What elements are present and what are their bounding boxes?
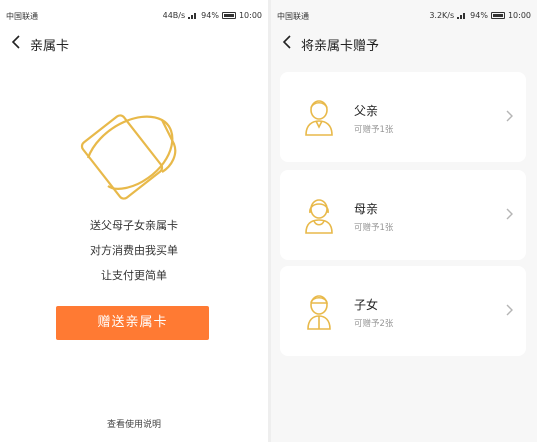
- mother-avatar-icon: [305, 199, 333, 234]
- family-card-icon: [80, 114, 177, 200]
- recipient-option-father[interactable]: 父亲 可赠予1张: [280, 72, 526, 162]
- battery-percent: 94%: [201, 11, 219, 20]
- recipient-name: 父亲: [354, 104, 379, 118]
- recipient-quota: 可赠予1张: [354, 223, 394, 233]
- status-bar: 中国联通 3.2K/s 94% 10:00: [271, 0, 537, 22]
- back-arrow-icon[interactable]: [10, 33, 24, 51]
- recipient-quota: 可赠予2张: [354, 319, 394, 329]
- status-right: 3.2K/s 94% 10:00: [429, 11, 531, 20]
- status-right: 44B/s 94% 10:00: [163, 11, 262, 20]
- recipient-option-child[interactable]: 子女 可赠予2张: [280, 266, 526, 356]
- nav-bar: 将亲属卡赠予: [271, 30, 537, 58]
- page-title: 将亲属卡赠予: [301, 39, 380, 54]
- network-speed: 44B/s: [162, 11, 186, 20]
- recipient-name: 母亲: [354, 202, 379, 216]
- status-carrier: 中国联通: [277, 12, 309, 21]
- usage-guide-link[interactable]: 查看使用说明: [0, 417, 268, 430]
- nav-bar: 亲属卡: [0, 30, 268, 58]
- promo-line-2: 对方消费由我买单: [90, 244, 178, 257]
- gift-card-button[interactable]: 赠送亲属卡: [56, 306, 209, 340]
- battery-percent: 94%: [470, 11, 488, 20]
- back-arrow-icon[interactable]: [281, 33, 295, 51]
- battery-icon: [490, 12, 505, 19]
- status-bar: 中国联通 44B/s 94% 10:00: [0, 0, 268, 22]
- family-card-screen: 中国联通 44B/s 94% 10:00 亲属卡 送父母子女亲属卡 对方消费由我…: [0, 0, 268, 442]
- promo-line-1: 送父母子女亲属卡: [90, 219, 178, 232]
- recipient-name: 子女: [354, 298, 379, 312]
- gift-recipient-screen: 中国联通 3.2K/s 94% 10:00 将亲属卡赠予 父亲 可赠予1张 母亲…: [271, 0, 537, 442]
- chevron-right-icon: [506, 110, 513, 122]
- signal-icon: [188, 12, 198, 19]
- battery-icon: [221, 12, 236, 19]
- child-avatar-icon: [307, 295, 331, 330]
- recipient-option-mother[interactable]: 母亲 可赠予1张: [280, 170, 526, 260]
- status-time: 10:00: [238, 11, 262, 20]
- promo-line-3: 让支付更简单: [101, 269, 167, 282]
- signal-icon: [457, 12, 467, 19]
- app-root: 中国联通 44B/s 94% 10:00 亲属卡 送父母子女亲属卡 对方消费由我…: [0, 0, 537, 442]
- network-speed: 3.2K/s: [429, 11, 455, 20]
- chevron-right-icon: [506, 208, 513, 220]
- chevron-right-icon: [506, 304, 513, 316]
- recipient-quota: 可赠予1张: [354, 125, 394, 135]
- father-avatar-icon: [305, 100, 333, 136]
- page-title: 亲属卡: [30, 39, 70, 54]
- status-time: 10:00: [507, 11, 531, 20]
- status-carrier: 中国联通: [6, 12, 38, 21]
